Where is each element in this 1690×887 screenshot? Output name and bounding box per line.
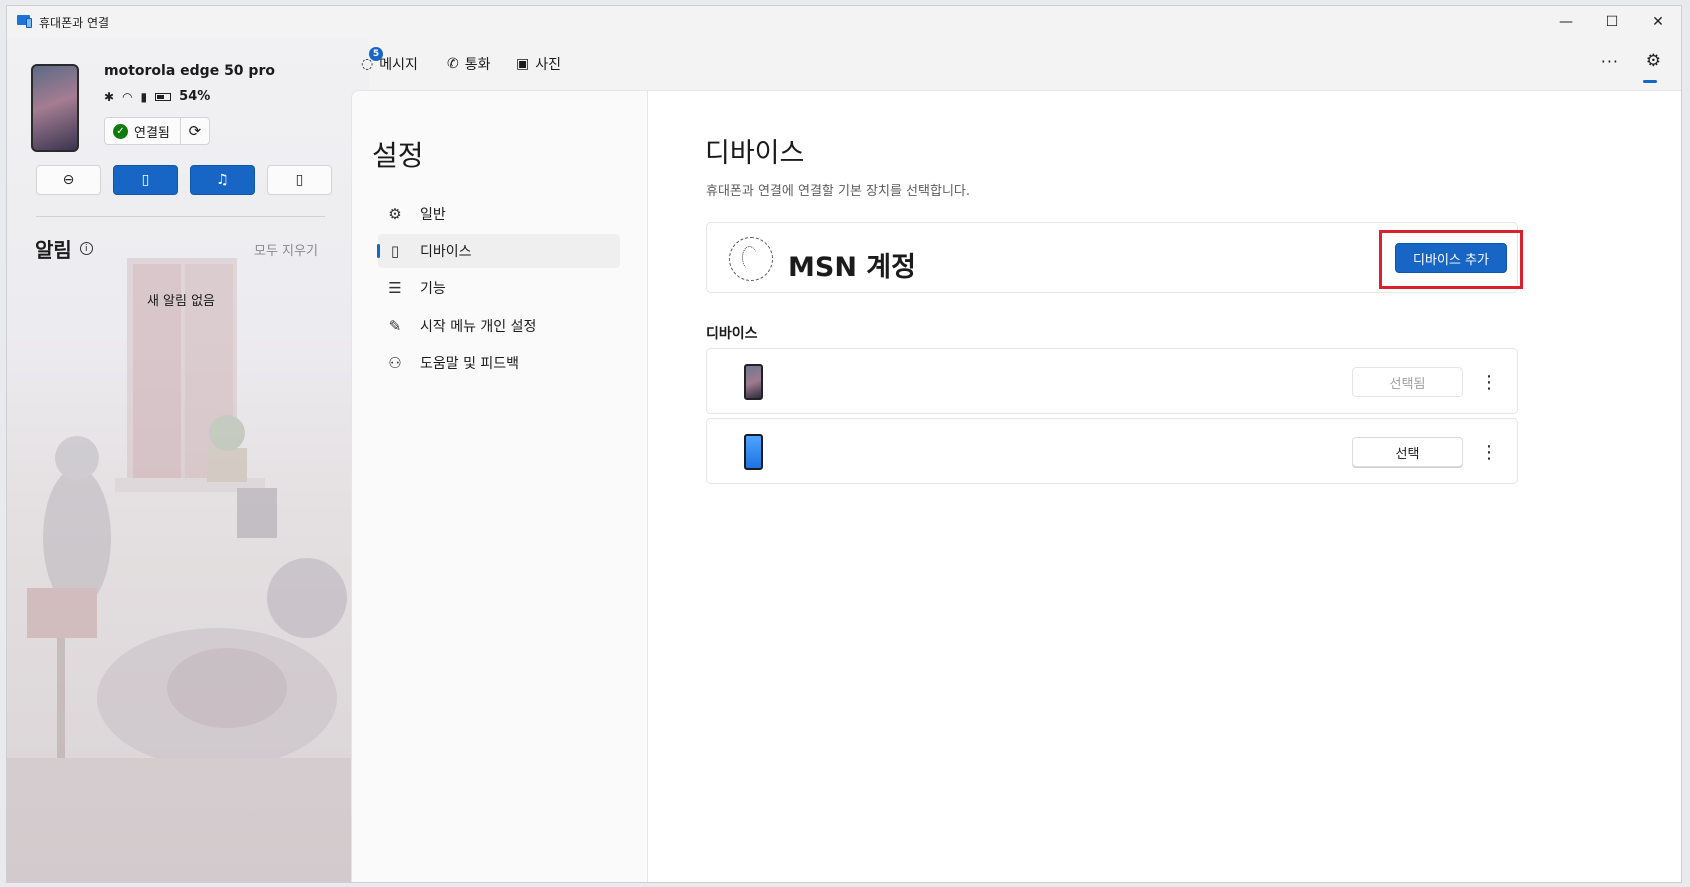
account-name: MSN 계정 — [788, 252, 916, 283]
vibrate-icon: ▯ — [141, 172, 150, 188]
device-phone-image — [744, 364, 763, 400]
settings-nav-general[interactable]: ⚙ 일반 — [378, 197, 620, 231]
page-description: 휴대폰과 연결에 연결할 기본 장치를 선택합니다. — [706, 184, 970, 199]
refresh-button[interactable]: ⟳ — [181, 118, 209, 144]
pen-icon: ✎ — [388, 317, 402, 335]
no-notifications-message: 새 알림 없음 — [146, 294, 216, 309]
audio-output-button[interactable]: ▯ — [267, 165, 332, 195]
tab-photos-label: 사진 — [535, 57, 561, 73]
settings-nav-label: 기능 — [420, 281, 446, 297]
device-selected-button[interactable]: 선택됨 — [1352, 367, 1463, 397]
battery-icon — [155, 92, 172, 101]
device-more-button[interactable]: ⋮ — [1480, 367, 1498, 397]
message-bubble-icon: ◌ 5 — [361, 47, 383, 72]
media-button[interactable]: ♫ — [190, 165, 255, 195]
top-navigation: ◌ 5 메시지 ✆ 통화 ▣ 사진 ··· ⚙ — [361, 38, 1681, 90]
quick-actions: ⊖ ▯ ♫ ▯ — [36, 165, 332, 195]
tab-calls-label: 통화 — [464, 57, 491, 73]
phone-sidebar: motorola edge 50 pro ✱ ◠ ▮ 54% ✓ 연결됨 ⟳ ⊖… — [7, 38, 369, 882]
settings-nav-label: 시작 메뉴 개인 설정 — [420, 319, 537, 335]
do-not-disturb-button[interactable]: ⊖ — [36, 165, 101, 195]
tab-photos[interactable]: ▣ 사진 — [516, 54, 561, 74]
bluetooth-icon: ✱ — [104, 89, 115, 104]
app-window: 휴대폰과 연결 — ☐ ✕ motorola edge 50 pro ✱ ◠ ▮… — [6, 5, 1682, 883]
signal-icon: ▮ — [140, 89, 148, 104]
tab-calls[interactable]: ✆ 통화 — [447, 54, 491, 74]
wallpaper-illustration — [7, 258, 369, 882]
device-name: motorola edge 50 pro — [104, 63, 275, 79]
window-controls: — ☐ ✕ — [1543, 6, 1681, 38]
settings-nav-start-menu[interactable]: ✎ 시작 메뉴 개인 설정 — [378, 309, 620, 343]
list-icon: ☰ — [388, 279, 402, 297]
page-title: 디바이스 — [705, 138, 805, 169]
highlight-annotation — [1379, 230, 1523, 289]
more-options-button[interactable]: ··· — [1601, 52, 1619, 71]
close-button[interactable]: ✕ — [1635, 6, 1681, 38]
settings-title: 설정 — [372, 139, 424, 172]
account-avatar — [729, 237, 773, 281]
wifi-icon: ◠ — [122, 89, 133, 104]
tab-messages-label: 메시지 — [379, 57, 418, 73]
settings-navigation: 설정 ⚙ 일반 ▯ 디바이스 ☰ 기능 ✎ 시작 메뉴 개인 설정 ⚇ 도움말 … — [352, 91, 648, 882]
phone-link-app-icon — [17, 15, 33, 29]
title-bar: 휴대폰과 연결 — ☐ ✕ — [7, 6, 1681, 38]
connected-check-icon: ✓ — [113, 123, 128, 139]
device-row: 선택 ⋮ — [706, 418, 1518, 484]
notifications-title: 알림 — [35, 238, 72, 262]
vertical-dots-icon: ⋮ — [1480, 441, 1498, 463]
settings-nav-label: 일반 — [420, 207, 446, 223]
settings-nav-features[interactable]: ☰ 기능 — [378, 271, 620, 305]
minimize-button[interactable]: — — [1543, 6, 1589, 38]
device-more-button[interactable]: ⋮ — [1480, 437, 1498, 467]
phone-wallpaper-thumbnail — [31, 64, 79, 152]
clear-all-button[interactable]: 모두 지우기 — [254, 240, 318, 259]
tab-messages[interactable]: ◌ 5 메시지 — [361, 47, 418, 74]
refresh-icon: ⟳ — [188, 122, 202, 140]
account-card: MSN 계정 디바이스 추가 — [706, 222, 1523, 293]
vertical-dots-icon: ⋮ — [1480, 371, 1498, 393]
minimize-icon: — — [1559, 14, 1573, 30]
phone-handset-icon: ✆ — [447, 56, 459, 72]
phone-speaker-icon: ▯ — [295, 172, 304, 188]
settings-nav-devices[interactable]: ▯ 디바이스 — [377, 234, 620, 268]
vibrate-button[interactable]: ▯ — [113, 165, 178, 195]
connection-status: ✓ 연결됨 — [105, 118, 181, 144]
settings-nav-label: 디바이스 — [420, 244, 472, 260]
unread-badge: 5 — [369, 47, 383, 61]
info-icon[interactable]: i — [79, 242, 93, 255]
devices-heading: 디바이스 — [706, 326, 758, 342]
settings-active-indicator — [1643, 80, 1657, 83]
gear-icon: ⚙ — [388, 205, 402, 223]
connection-group: ✓ 연결됨 ⟳ — [104, 117, 210, 145]
phone-icon: ▯ — [390, 242, 400, 260]
notifications-heading: 알림 i — [35, 234, 93, 263]
device-select-button[interactable]: 선택 — [1352, 437, 1463, 467]
people-icon: ⚇ — [388, 354, 402, 372]
settings-nav-label: 도움말 및 피드백 — [420, 356, 520, 372]
minus-circle-icon: ⊖ — [62, 172, 75, 188]
sidebar-divider — [36, 216, 325, 217]
maximize-button[interactable]: ☐ — [1589, 6, 1635, 38]
settings-nav-help[interactable]: ⚇ 도움말 및 피드백 — [378, 346, 620, 380]
gear-icon: ⚙ — [1645, 51, 1661, 71]
settings-button[interactable]: ⚙ — [1646, 51, 1661, 71]
settings-panel: 설정 ⚙ 일반 ▯ 디바이스 ☰ 기능 ✎ 시작 메뉴 개인 설정 ⚇ 도움말 … — [351, 90, 1681, 882]
connection-status-label: 연결됨 — [134, 125, 170, 141]
devices-content: 디바이스 휴대폰과 연결에 연결할 기본 장치를 선택합니다. MSN 계정 디… — [648, 91, 1681, 882]
music-note-icon: ♫ — [216, 172, 229, 188]
close-icon: ✕ — [1652, 14, 1664, 30]
battery-percentage: 54% — [179, 89, 211, 104]
window-title: 휴대폰과 연결 — [39, 15, 110, 30]
phone-status-row: ✱ ◠ ▮ 54% — [104, 89, 210, 104]
maximize-icon: ☐ — [1605, 14, 1619, 30]
device-phone-image — [744, 434, 763, 470]
photo-icon: ▣ — [516, 56, 530, 72]
device-row: 선택됨 ⋮ — [706, 348, 1518, 414]
